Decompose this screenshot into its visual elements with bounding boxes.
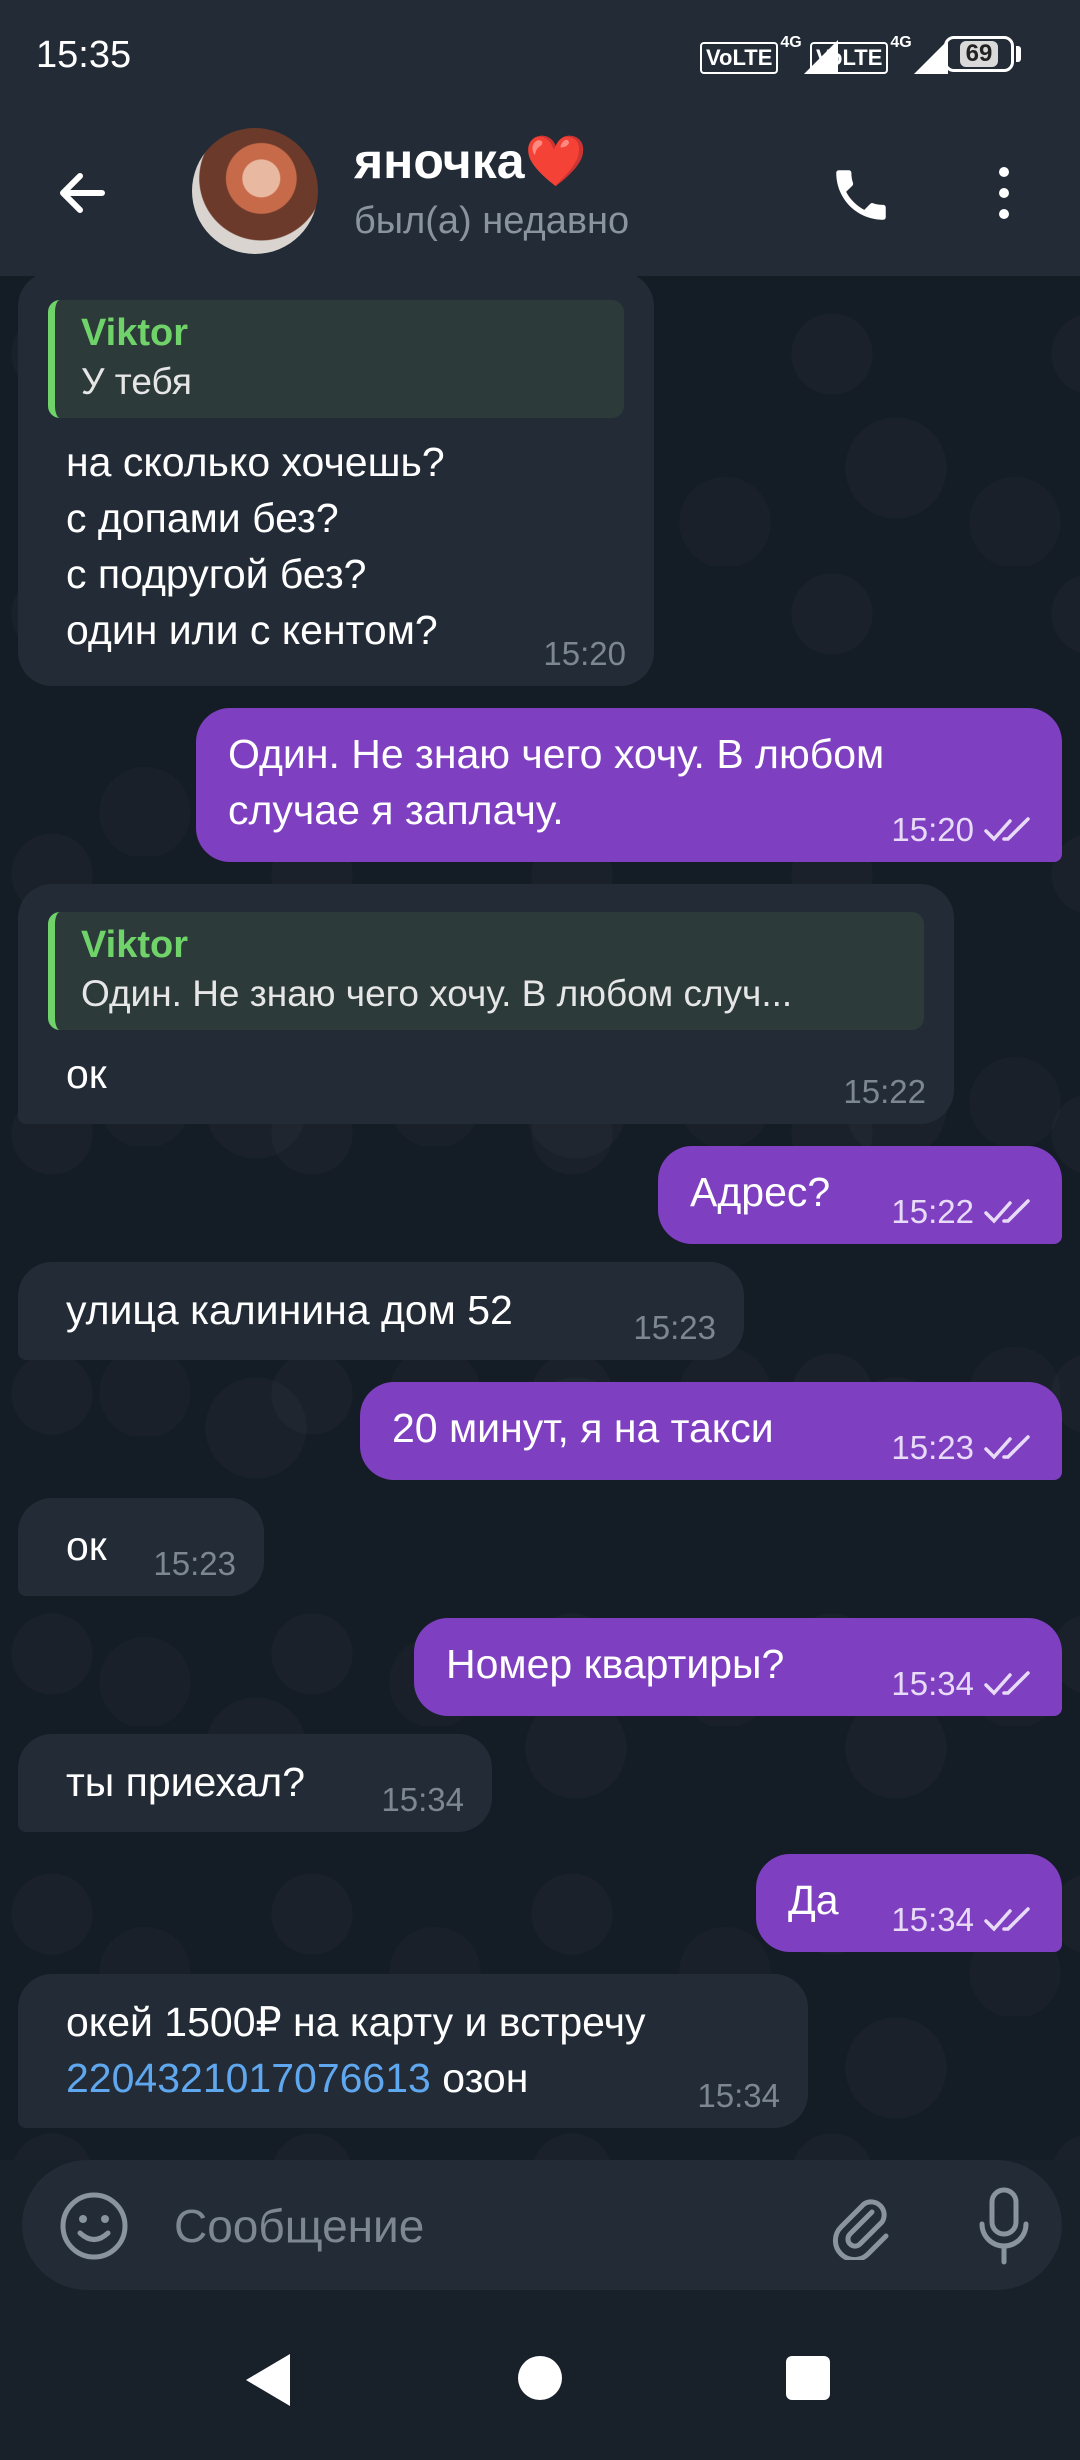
message-meta: 15:23 [633, 1308, 716, 1348]
battery-tip [1016, 46, 1021, 62]
message-text: ты приехал? [66, 1759, 306, 1805]
network-gen-2: 4G [890, 34, 912, 51]
emoji-icon[interactable] [58, 2190, 130, 2262]
network-gen-1: 4G [780, 34, 802, 51]
message-text-line: окей 1500₽ на карту и встречу [66, 1999, 646, 2045]
reply-text: У тебя [81, 361, 192, 402]
composer [22, 2160, 1062, 2290]
message-outgoing[interactable]: Номер квартиры? 15:34 [414, 1618, 1062, 1716]
signal-icon [913, 40, 948, 74]
message-outgoing[interactable]: 20 минут, я на такси 15:23 [360, 1382, 1062, 1480]
message-time: 15:23 [633, 1309, 716, 1346]
message-meta: 15:34 [891, 1664, 1034, 1704]
message-time: 15:23 [891, 1429, 974, 1466]
message-incoming[interactable]: ты приехал? 15:34 [18, 1734, 492, 1832]
message-text: на сколько хочешь? с допами без? с подру… [66, 439, 445, 653]
double-check-icon [984, 1907, 1030, 1932]
message-text: Один. Не знаю чего хочу. В любом случае … [228, 731, 885, 833]
message-meta: 15:22 [843, 1072, 926, 1112]
contact-status: был(а) недавно [354, 200, 630, 242]
message-time: 15:34 [891, 1901, 974, 1938]
message-list[interactable]: Viktor У тебя на сколько хочешь? с допам… [0, 276, 1080, 2160]
nav-recents-icon[interactable] [786, 2356, 830, 2400]
message-meta: 15:20 [543, 634, 626, 674]
message-text: окей 1500₽ на карту и встречу 2204321017… [66, 1994, 646, 2106]
message-meta: 15:34 [697, 2076, 780, 2116]
double-check-icon [984, 1199, 1030, 1224]
status-bar: 15:35 VoLTE 4G VoLTE 4G 69 [0, 0, 1080, 110]
message-time: 15:34 [697, 2077, 780, 2114]
reply-quote[interactable]: Viktor У тебя [48, 300, 624, 418]
message-outgoing[interactable]: Адрес? 15:22 [658, 1146, 1062, 1244]
more-vertical-icon[interactable] [986, 160, 1022, 226]
avatar[interactable] [192, 128, 318, 254]
message-time: 15:34 [381, 1781, 464, 1818]
message-time: 15:22 [891, 1193, 974, 1230]
message-incoming[interactable]: Viktor Один. Не знаю чего хочу. В любом … [18, 884, 954, 1124]
message-text: 20 минут, я на такси [392, 1405, 774, 1451]
system-nav-bar [0, 2290, 1080, 2460]
reply-quote[interactable]: Viktor Один. Не знаю чего хочу. В любом … [48, 912, 924, 1030]
battery-icon: 69 [944, 36, 1014, 72]
contact-name[interactable]: яночка❤️ [354, 132, 587, 191]
battery-level: 69 [959, 41, 999, 67]
message-text: Номер квартиры? [446, 1641, 785, 1687]
double-check-icon [984, 1435, 1030, 1460]
phone-icon[interactable] [828, 162, 894, 228]
reply-text: Один. Не знаю чего хочу. В любом случ... [81, 973, 793, 1014]
message-time: 15:20 [543, 635, 626, 672]
reply-author: Viktor [81, 312, 189, 354]
volte-label-2: VoLTE [810, 42, 889, 74]
double-check-icon [984, 1671, 1030, 1696]
reply-author: Viktor [81, 924, 189, 966]
nav-back-icon[interactable] [242, 2352, 292, 2408]
message-time: 15:22 [843, 1073, 926, 1110]
paperclip-icon[interactable] [824, 2188, 896, 2260]
network-indicator-2: VoLTE 4G [810, 34, 948, 74]
message-text-tail: озон [430, 2055, 529, 2101]
message-input[interactable] [172, 2188, 816, 2264]
message-time: 15:23 [153, 1545, 236, 1582]
message-incoming[interactable]: окей 1500₽ на карту и встречу 2204321017… [18, 1974, 808, 2128]
message-text: ок [66, 1523, 107, 1569]
message-text: Да [788, 1877, 839, 1923]
message-meta: 15:23 [891, 1428, 1034, 1468]
card-number-link[interactable]: 2204321017076613 [66, 2055, 431, 2101]
message-meta: 15:23 [153, 1544, 236, 1584]
message-text-line: 2204321017076613 озон [66, 2050, 646, 2106]
arrow-left-icon[interactable] [50, 160, 116, 226]
chat-header: яночка❤️ был(а) недавно [0, 110, 1080, 276]
message-meta: 15:34 [381, 1780, 464, 1820]
message-outgoing[interactable]: Один. Не знаю чего хочу. В любом случае … [196, 708, 1062, 862]
message-text: улица калинина дом 52 [66, 1287, 513, 1333]
volte-label-1: VoLTE [700, 42, 779, 74]
message-text: Адрес? [690, 1169, 831, 1215]
message-meta: 15:22 [891, 1192, 1034, 1232]
message-text: ок [66, 1051, 107, 1097]
message-incoming[interactable]: улица калинина дом 52 15:23 [18, 1262, 744, 1360]
message-meta: 15:34 [891, 1900, 1034, 1940]
message-incoming[interactable]: Viktor У тебя на сколько хочешь? с допам… [18, 276, 654, 686]
message-time: 15:34 [891, 1665, 974, 1702]
status-time: 15:35 [36, 34, 132, 76]
microphone-icon[interactable] [974, 2186, 1034, 2266]
message-incoming[interactable]: ок 15:23 [18, 1498, 264, 1596]
double-check-icon [984, 817, 1030, 842]
message-time: 15:20 [891, 811, 974, 848]
nav-home-icon[interactable] [518, 2356, 562, 2400]
message-meta: 15:20 [891, 810, 1034, 850]
message-outgoing[interactable]: Да 15:34 [756, 1854, 1062, 1952]
